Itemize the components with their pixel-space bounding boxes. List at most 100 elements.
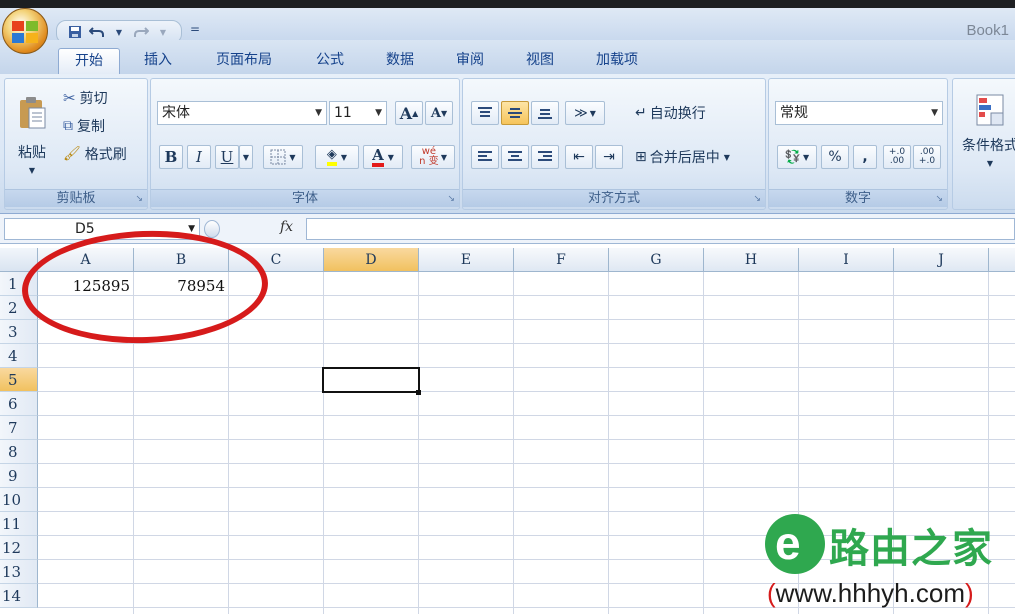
column-header-k[interactable]: [989, 248, 1015, 272]
decrease-decimal-button[interactable]: .00 +.0: [913, 145, 941, 169]
font-color-button[interactable]: A ▼: [363, 145, 403, 169]
tab-add-ins[interactable]: 加载项: [582, 48, 652, 74]
column-header-j[interactable]: J: [894, 248, 989, 272]
column-header-i[interactable]: I: [799, 248, 894, 272]
align-top-button[interactable]: [471, 101, 499, 125]
borders-button[interactable]: ▼: [263, 145, 303, 169]
tab-formulas[interactable]: 公式: [302, 48, 358, 74]
cell-a1[interactable]: 125895: [38, 274, 134, 298]
redo-dropdown-icon[interactable]: ▼: [153, 23, 173, 41]
customize-qat-button[interactable]: =: [190, 22, 200, 36]
tab-review[interactable]: 审阅: [442, 48, 498, 74]
row-header-8[interactable]: 8: [0, 440, 38, 464]
row-header-12[interactable]: 12: [0, 536, 38, 560]
formula-input[interactable]: [306, 218, 1015, 240]
row-header-13[interactable]: 13: [0, 560, 38, 584]
paste-label: 粘贴: [18, 144, 46, 161]
insert-function-button[interactable]: fx: [280, 219, 293, 235]
paste-button[interactable]: 粘贴 ▼: [9, 85, 55, 185]
watermark-logo-icon: e: [765, 514, 825, 574]
column-header-a[interactable]: A: [38, 248, 134, 272]
number-format-dropdown-icon: ▼: [931, 108, 938, 118]
row-header-4[interactable]: 4: [0, 344, 38, 368]
cell-b1[interactable]: 78954: [134, 274, 229, 298]
name-box-dropdown-icon[interactable]: ▼: [188, 219, 195, 239]
active-cell-d5[interactable]: [322, 367, 420, 393]
align-right-button[interactable]: [531, 145, 559, 169]
font-dialog-launcher-icon[interactable]: ↘: [447, 194, 455, 204]
italic-button[interactable]: I: [187, 145, 211, 169]
accounting-format-button[interactable]: 💱 ▼: [777, 145, 817, 169]
fill-color-button[interactable]: ◈ ▼: [315, 145, 359, 169]
row-header-3[interactable]: 3: [0, 320, 38, 344]
select-all-button[interactable]: [0, 248, 38, 272]
ribbon: 粘贴 ▼ ✂ 剪切 ⧉ 复制 🖌 格式刷 剪贴板 ↘ 宋体 ▼ 11 ▼ A ▲ …: [0, 74, 1015, 214]
align-left-button[interactable]: [471, 145, 499, 169]
align-middle-button[interactable]: [501, 101, 529, 125]
tab-page-layout[interactable]: 页面布局: [202, 48, 286, 74]
redo-icon[interactable]: [131, 23, 151, 41]
align-bottom-button[interactable]: [531, 101, 559, 125]
brush-icon: 🖌: [63, 146, 81, 162]
fill-handle[interactable]: [416, 390, 421, 395]
formula-bar-splitter-icon[interactable]: [204, 220, 220, 238]
column-header-f[interactable]: F: [514, 248, 609, 272]
row-header-10[interactable]: 10: [0, 488, 38, 512]
tab-data[interactable]: 数据: [372, 48, 428, 74]
column-header-h[interactable]: H: [704, 248, 799, 272]
font-name-combo[interactable]: 宋体 ▼: [157, 101, 327, 125]
conditional-formatting-button[interactable]: 条件格式 ▼: [957, 85, 1015, 175]
format-painter-button[interactable]: 🖌 格式刷: [63, 143, 145, 165]
column-header-c[interactable]: C: [229, 248, 324, 272]
comma-style-button[interactable]: ,: [853, 145, 877, 169]
row-header-5[interactable]: 5: [0, 368, 38, 392]
clipboard-dialog-launcher-icon[interactable]: ↘: [135, 194, 143, 204]
orientation-button[interactable]: ≫ ▼: [565, 101, 605, 125]
copy-label: 复制: [77, 119, 105, 135]
decrease-indent-button[interactable]: ⇤: [565, 145, 593, 169]
shrink-font-button[interactable]: A ▼: [425, 101, 453, 125]
number-dialog-launcher-icon[interactable]: ↘: [935, 194, 943, 204]
percent-button[interactable]: %: [821, 145, 849, 169]
increase-decimal-button[interactable]: +.0 .00: [883, 145, 911, 169]
tab-home[interactable]: 开始: [58, 48, 120, 74]
row-header-14[interactable]: 14: [0, 584, 38, 608]
column-header-d[interactable]: D: [324, 248, 419, 272]
number-format-combo[interactable]: 常规 ▼: [775, 101, 943, 125]
align-center-button[interactable]: [501, 145, 529, 169]
column-header-b[interactable]: B: [134, 248, 229, 272]
font-group: 宋体 ▼ 11 ▼ A ▲ A ▼ B I U ▼ ▼ ◈ ▼ A ▼ wén 变 …: [150, 78, 460, 210]
number-group-label: 数字: [769, 189, 947, 207]
phonetic-button[interactable]: wén 变 ▼: [411, 145, 455, 169]
undo-icon[interactable]: [87, 23, 107, 41]
underline-button[interactable]: U: [215, 145, 239, 169]
tab-insert[interactable]: 插入: [130, 48, 186, 74]
office-button[interactable]: [2, 8, 48, 54]
grid-line: [38, 415, 1015, 416]
watermark: e 路由之家 (www.hhhyh.com): [765, 514, 1015, 614]
row-header-6[interactable]: 6: [0, 392, 38, 416]
tab-view[interactable]: 视图: [512, 48, 568, 74]
row-header-9[interactable]: 9: [0, 464, 38, 488]
wrap-text-button[interactable]: ↵ 自动换行: [635, 101, 745, 125]
alignment-dialog-launcher-icon[interactable]: ↘: [753, 194, 761, 204]
grow-font-button[interactable]: A ▲: [395, 101, 423, 125]
save-icon[interactable]: [65, 23, 85, 41]
copy-button[interactable]: ⧉ 复制: [63, 115, 143, 137]
font-size-combo[interactable]: 11 ▼: [329, 101, 387, 125]
merge-center-button[interactable]: ⊞ 合并后居中 ▼: [635, 145, 761, 169]
column-header-g[interactable]: G: [609, 248, 704, 272]
increase-indent-button[interactable]: ⇥: [595, 145, 623, 169]
row-header-1[interactable]: 1: [0, 272, 38, 296]
undo-dropdown-icon[interactable]: ▼: [109, 23, 129, 41]
name-box[interactable]: D5 ▼: [4, 218, 200, 240]
cut-button[interactable]: ✂ 剪切: [63, 87, 143, 109]
grid-line: [323, 272, 324, 614]
bold-button[interactable]: B: [159, 145, 183, 169]
underline-dropdown-icon[interactable]: ▼: [239, 145, 253, 169]
row-header-7[interactable]: 7: [0, 416, 38, 440]
column-header-e[interactable]: E: [419, 248, 514, 272]
row-header-2[interactable]: 2: [0, 296, 38, 320]
name-box-value: D5: [75, 221, 95, 237]
row-header-11[interactable]: 11: [0, 512, 38, 536]
